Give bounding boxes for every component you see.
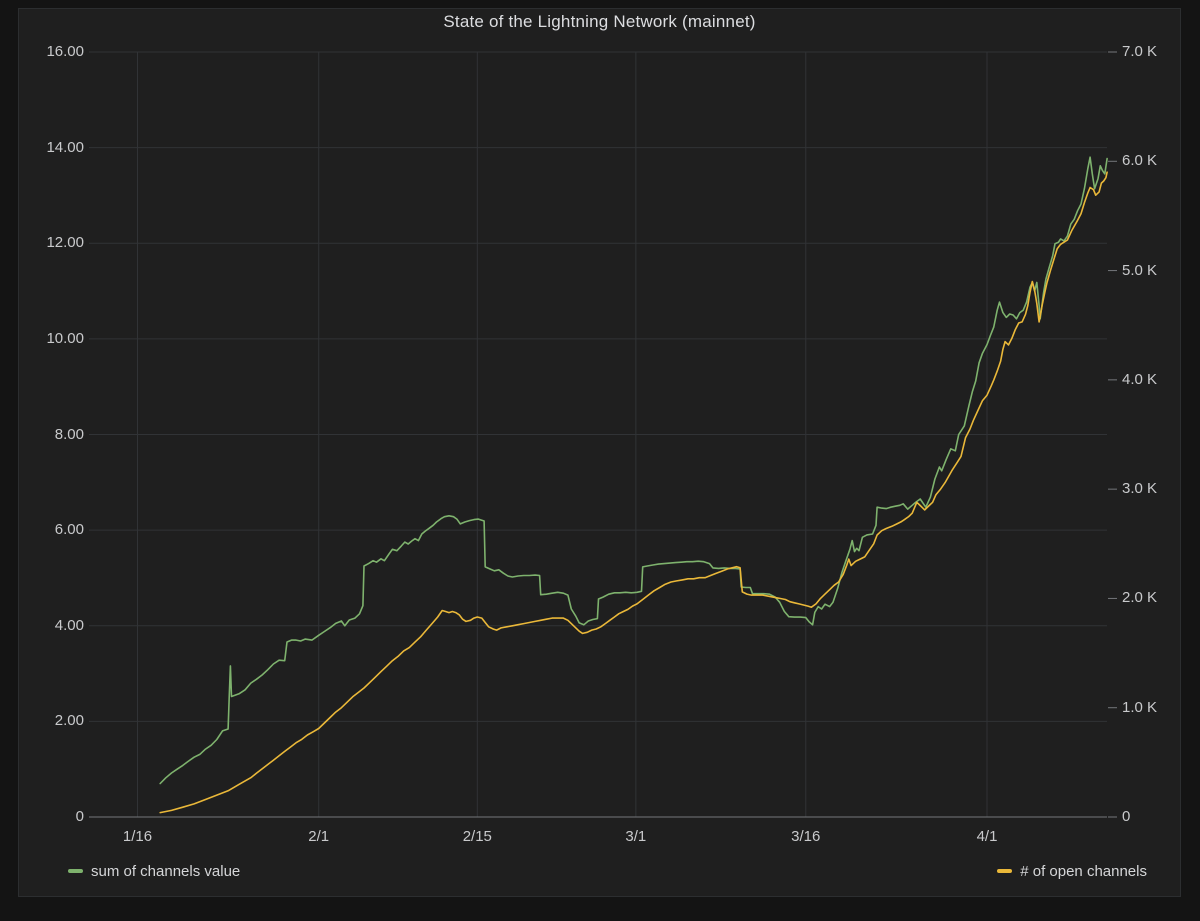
x-axis-tick: 2/1 <box>308 828 330 845</box>
right-axis-tick: 3.0 K <box>1122 480 1158 498</box>
right-axis-tick: 1.0 K <box>1122 698 1158 716</box>
dashboard-page: State of the Lightning Network (mainnet)… <box>0 0 1200 921</box>
x-axis-tick: 1/16 <box>122 828 153 845</box>
legend-item-sum-of-channels-value[interactable]: sum of channels value <box>68 860 240 882</box>
left-axis-tick: 12.00 <box>46 234 84 252</box>
left-axis-tick: 8.00 <box>54 425 84 443</box>
right-axis-tick: 4.0 K <box>1122 370 1158 388</box>
left-axis-tick: 10.00 <box>46 329 84 347</box>
x-axis-tick: 3/16 <box>791 828 821 845</box>
left-axis-tick: 6.00 <box>54 521 84 539</box>
chart-plot-area[interactable] <box>0 0 1200 921</box>
right-axis-tick: 7.0 K <box>1122 43 1158 60</box>
right-axis-tick: 6.0 K <box>1122 152 1158 170</box>
left-axis-tick: 2.00 <box>54 712 84 730</box>
legend-label: sum of channels value <box>91 862 241 880</box>
left-axis-tick: 14.00 <box>46 138 84 156</box>
right-axis-tick: 5.0 K <box>1122 261 1158 279</box>
x-axis-tick: 3/1 <box>625 828 647 845</box>
legend-label: # of open channels <box>1020 862 1147 880</box>
left-axis-tick: 0 <box>75 808 84 825</box>
series-line-open-channels[interactable] <box>159 171 1108 814</box>
left-axis-tick: 16.00 <box>46 43 84 60</box>
x-axis-tick: 2/15 <box>462 828 492 845</box>
legend-item-num-open-channels[interactable]: # of open channels <box>997 860 1147 882</box>
right-axis-tick: 0 <box>1122 808 1131 825</box>
left-axis-tick: 4.00 <box>54 616 84 634</box>
right-axis-tick: 2.0 K <box>1122 589 1158 607</box>
legend-swatch-yellow-icon <box>997 869 1013 873</box>
series-line-channels-value[interactable] <box>159 156 1108 785</box>
x-axis-tick: 4/1 <box>976 828 998 845</box>
legend-swatch-green-icon <box>68 869 83 873</box>
